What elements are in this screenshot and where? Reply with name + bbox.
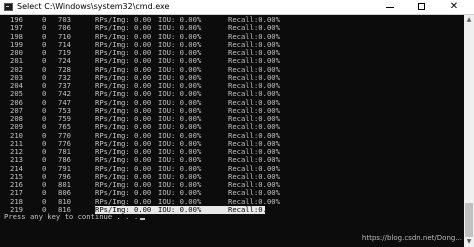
vertical-scrollbar[interactable]: ▲ ▼ <box>464 15 474 247</box>
watermark: https://blog.csdn.net/Dong... <box>361 234 462 242</box>
cmd-window: Select C:\Windows\system32\cmd.exe ✕ 196… <box>0 0 474 247</box>
console-app-icon <box>4 3 13 11</box>
text-cursor <box>140 218 146 220</box>
recall-value: Recall:0.00% <box>228 204 280 214</box>
scroll-thumb[interactable] <box>465 203 473 237</box>
minimize-icon <box>386 7 394 8</box>
minimize-button[interactable] <box>376 0 404 14</box>
close-icon: ✕ <box>449 1 459 12</box>
close-button[interactable]: ✕ <box>440 0 468 14</box>
window-title: Select C:\Windows\system32\cmd.exe <box>17 2 170 11</box>
console-output[interactable]: 196 0 703 RPs/Img: 0.00 IOU: 0.00% Recall:0.0… <box>0 15 464 247</box>
scroll-up-icon[interactable]: ▲ <box>464 15 474 25</box>
prompt-text: Press any key to continue . . . <box>4 212 139 221</box>
maximize-icon <box>418 3 425 10</box>
iou-value: IOU: 0.00% <box>158 204 202 214</box>
scroll-down-icon[interactable]: ▼ <box>464 237 474 247</box>
continue-prompt: Press any key to continue . . . <box>4 212 146 221</box>
maximize-button[interactable] <box>408 0 436 14</box>
title-bar[interactable]: Select C:\Windows\system32\cmd.exe ✕ <box>0 0 474 15</box>
